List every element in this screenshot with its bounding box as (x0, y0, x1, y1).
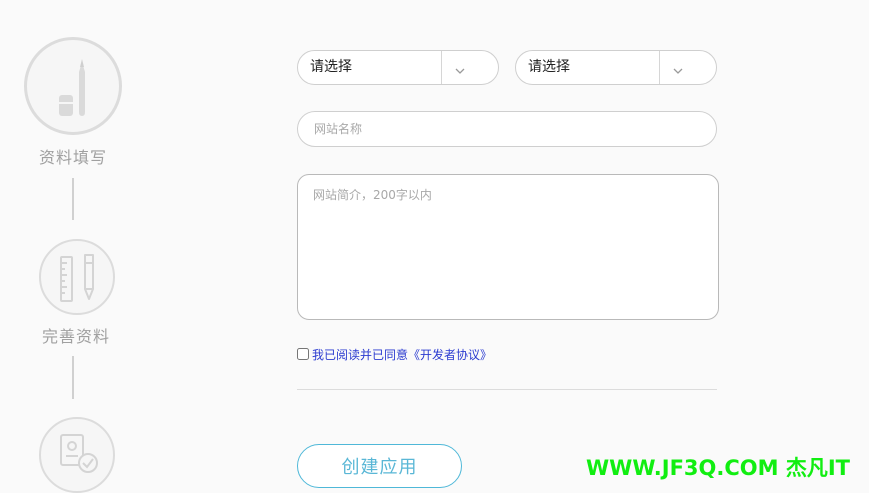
site-intro-textarea[interactable] (297, 174, 719, 320)
site-name-input[interactable] (297, 111, 717, 147)
chevron-down-icon[interactable] (454, 62, 466, 81)
step-connector (72, 178, 74, 220)
step-2-circle (39, 239, 115, 315)
watermark: WWW.JF3Q.COM 杰凡IT (586, 456, 850, 480)
step-connector (72, 356, 74, 399)
agreement-link[interactable]: 我已阅读并已同意《开发者协议》 (312, 346, 492, 363)
divider (297, 389, 717, 390)
select-divider (441, 51, 442, 84)
agreement-row: 我已阅读并已同意《开发者协议》 (297, 346, 492, 362)
category-select-1[interactable]: 请选择 (297, 50, 499, 85)
chevron-down-icon[interactable] (672, 62, 684, 81)
agreement-checkbox[interactable] (297, 348, 309, 360)
step-1-label: 资料填写 (38, 148, 107, 167)
select-value: 请选择 (528, 59, 570, 75)
select-divider (659, 51, 660, 84)
step-2-label: 完善资料 (41, 327, 110, 346)
step-1-circle (24, 37, 122, 135)
progress-steps: 资料填写 完善资料 (0, 0, 150, 493)
step-3-circle (39, 417, 115, 493)
category-select-2[interactable]: 请选择 (515, 50, 717, 85)
create-app-button[interactable]: 创建应用 (297, 444, 462, 488)
select-value: 请选择 (310, 59, 352, 75)
